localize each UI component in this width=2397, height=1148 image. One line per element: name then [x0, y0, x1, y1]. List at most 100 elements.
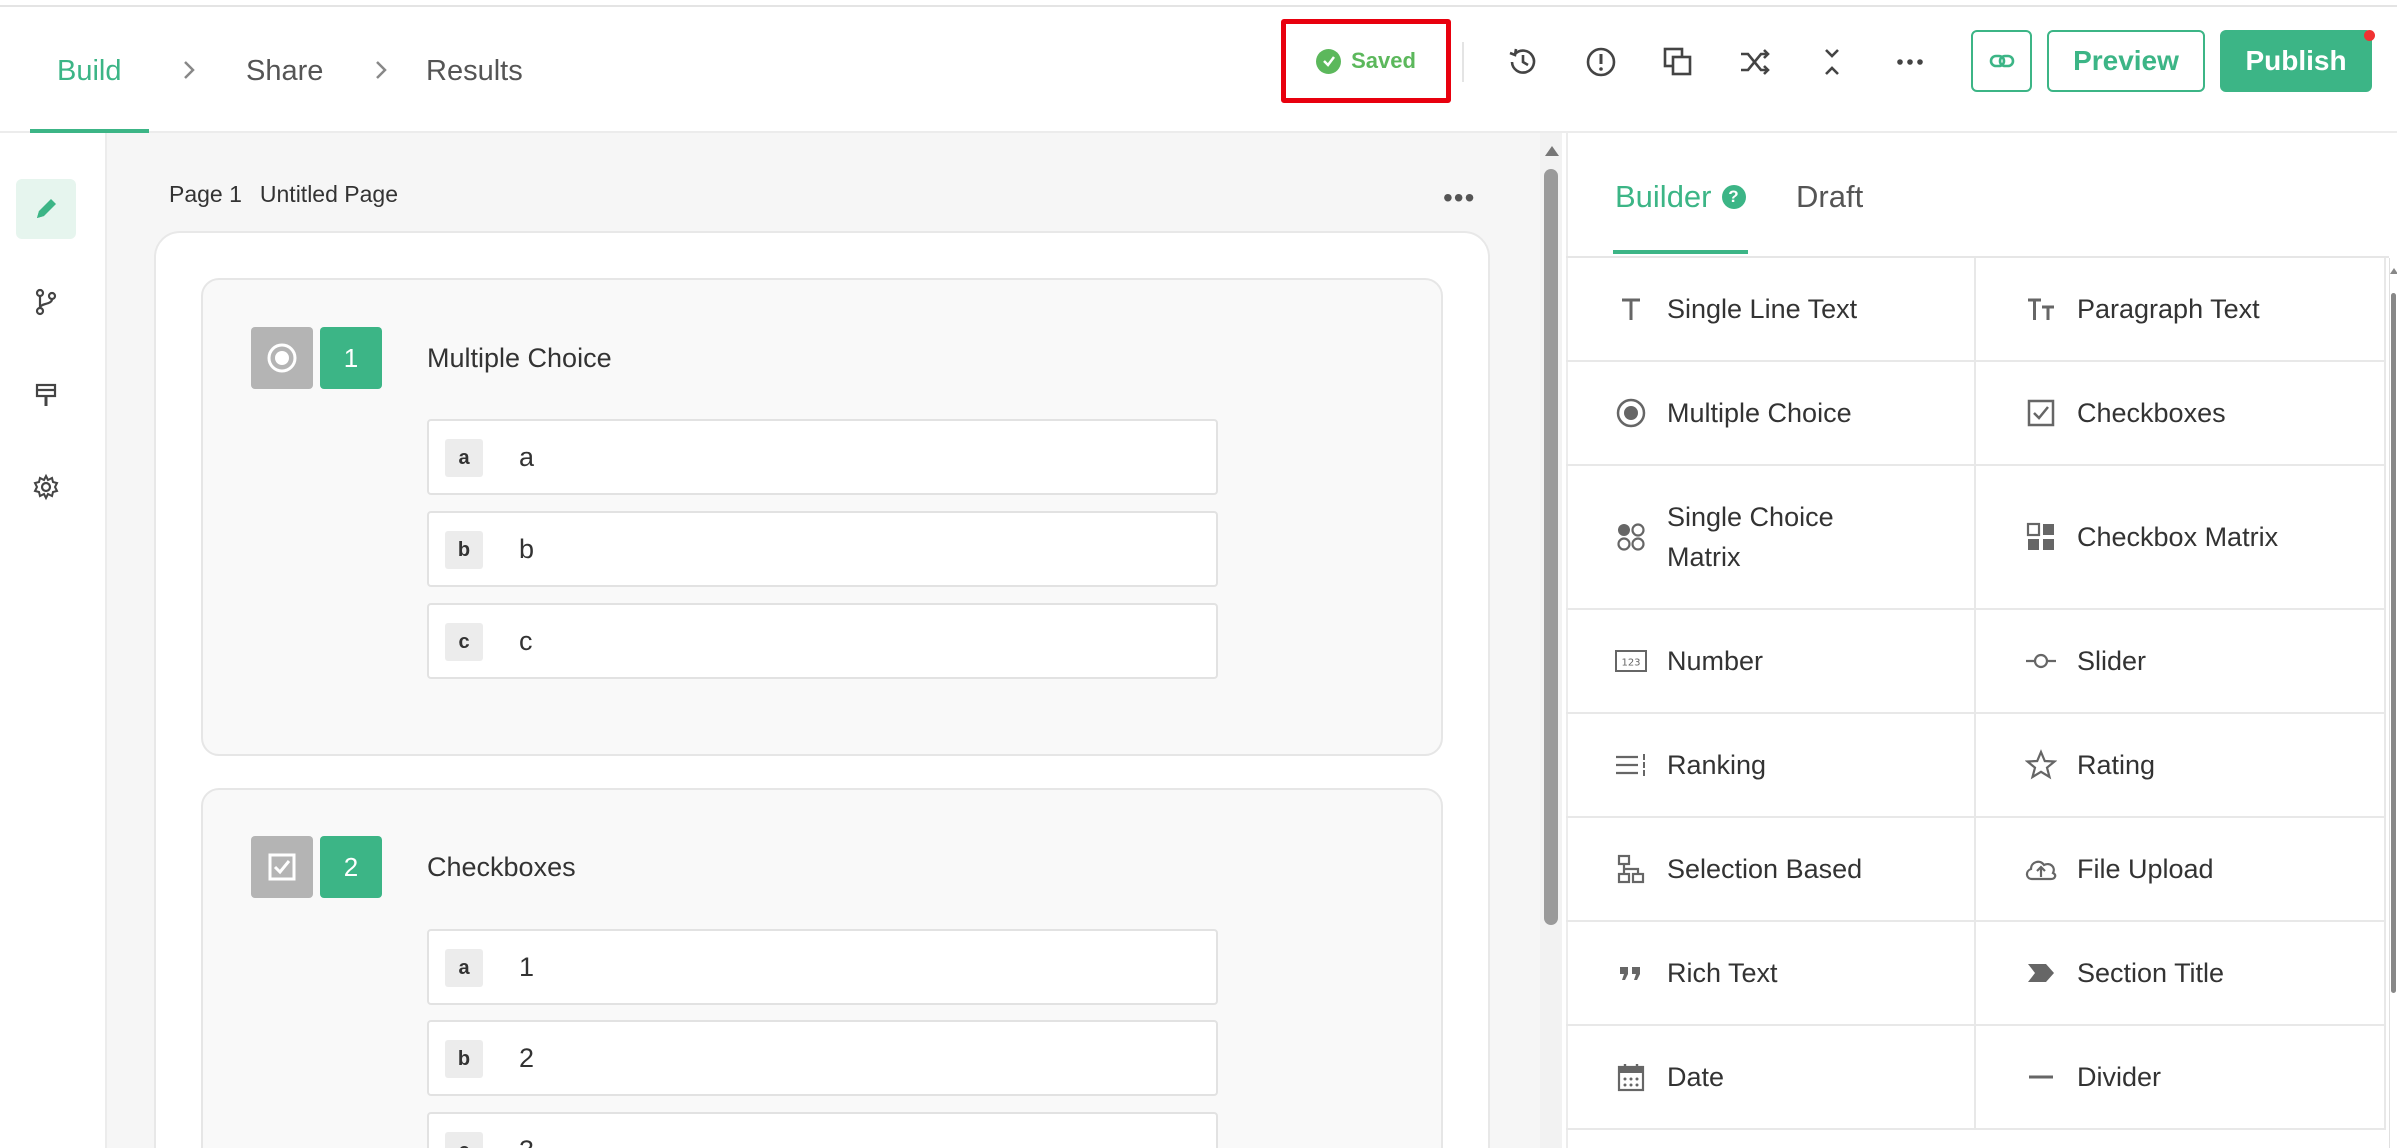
- option-value: b: [519, 534, 535, 564]
- field-label: Divider: [2077, 1062, 2162, 1092]
- left-rail: [0, 133, 107, 1148]
- option-row[interactable]: c 3: [427, 1112, 1218, 1148]
- tab-draft[interactable]: Draft: [1796, 179, 1863, 215]
- more-icon[interactable]: [1890, 42, 1930, 82]
- shuffle-icon[interactable]: [1735, 42, 1775, 82]
- field-label: Checkboxes: [2077, 398, 2226, 428]
- hierarchy-icon: [1613, 851, 1649, 887]
- option-row[interactable]: b 2: [427, 1020, 1218, 1096]
- copy-icon[interactable]: [1658, 42, 1698, 82]
- top-bar: Build Share Results: [0, 9, 2397, 133]
- slider-icon: [2023, 643, 2059, 679]
- option-row[interactable]: a 1: [427, 929, 1218, 1005]
- checkbox-matrix-icon: [2023, 519, 2059, 555]
- scroll-up-arrow-icon[interactable]: [1545, 146, 1559, 156]
- tab-build[interactable]: Build: [30, 9, 148, 133]
- field-multiple-choice[interactable]: Multiple Choice: [1566, 362, 1976, 466]
- option-value: 2: [519, 1043, 535, 1073]
- tab-build-label: Build: [57, 54, 122, 87]
- field-label: Slider: [2077, 646, 2147, 676]
- field-label: Multiple Choice: [1667, 398, 1852, 428]
- radio-icon: [251, 327, 313, 389]
- question-number: 1: [320, 327, 382, 389]
- field-rich-text[interactable]: Rich Text: [1566, 922, 1976, 1026]
- publish-button[interactable]: Publish: [2220, 30, 2372, 92]
- question-card[interactable]: 2 Checkboxes a 1 b 2 c 3: [201, 788, 1443, 1148]
- field-file-upload[interactable]: File Upload: [1976, 818, 2386, 922]
- option-value: c: [519, 626, 533, 656]
- field-checkbox-matrix[interactable]: Checkbox Matrix: [1976, 466, 2386, 610]
- option-key: b: [445, 1040, 483, 1078]
- tab-share-label: Share: [246, 54, 324, 87]
- panel-scrollbar[interactable]: [2389, 258, 2397, 1148]
- edit-tool[interactable]: [16, 179, 76, 239]
- field-label: Single Line Text: [1667, 294, 1858, 324]
- saved-status: Saved: [1281, 19, 1451, 103]
- branch-icon: [35, 288, 57, 316]
- active-tab-indicator: [1613, 250, 1748, 254]
- field-label: Single Choice Matrix: [1667, 502, 1834, 572]
- radio-icon: [1613, 395, 1649, 431]
- divider-icon: [2023, 1059, 2059, 1095]
- toolbar-divider: [1462, 42, 1464, 82]
- field-slider[interactable]: Slider: [1976, 610, 2386, 714]
- field-paragraph-text[interactable]: Paragraph Text: [1976, 258, 2386, 362]
- field-rating[interactable]: Rating: [1976, 714, 2386, 818]
- field-divider[interactable]: Divider: [1976, 1026, 2386, 1130]
- link-icon: [1989, 54, 2014, 68]
- star-icon: [2023, 747, 2059, 783]
- tab-results-label: Results: [426, 54, 523, 87]
- preview-button[interactable]: Preview: [2047, 30, 2205, 92]
- option-value: 1: [519, 952, 535, 982]
- page-more-button[interactable]: •••: [1443, 182, 1475, 214]
- window-top-edge: [0, 0, 2397, 7]
- number-icon: 123: [1613, 643, 1649, 679]
- option-row[interactable]: b b: [427, 511, 1218, 587]
- field-checkboxes[interactable]: Checkboxes: [1976, 362, 2386, 466]
- logic-tool[interactable]: [16, 272, 76, 332]
- question-title[interactable]: Checkboxes: [427, 852, 576, 883]
- chevron-right-icon: [376, 61, 387, 79]
- option-row[interactable]: a a: [427, 419, 1218, 495]
- question-number: 2: [320, 836, 382, 898]
- help-icon[interactable]: ?: [1721, 185, 1746, 209]
- alert-icon[interactable]: [1581, 42, 1621, 82]
- option-row[interactable]: c c: [427, 603, 1218, 679]
- field-label: File Upload: [2077, 854, 2214, 884]
- collapse-icon[interactable]: [1812, 42, 1852, 82]
- section-title-icon: [2023, 955, 2059, 991]
- field-ranking[interactable]: Ranking: [1566, 714, 1976, 818]
- tab-share[interactable]: Share: [246, 9, 323, 133]
- tab-results[interactable]: Results: [426, 9, 523, 133]
- question-title[interactable]: Multiple Choice: [427, 343, 612, 374]
- preview-label: Preview: [2073, 45, 2179, 76]
- history-icon[interactable]: [1503, 42, 1543, 82]
- canvas-scrollbar[interactable]: [1540, 133, 1562, 1148]
- paint-roller-icon: [35, 383, 57, 406]
- field-label: Rating: [2077, 750, 2156, 780]
- scroll-up-arrow-icon[interactable]: [2390, 268, 2397, 274]
- scrollbar-thumb[interactable]: [1544, 169, 1558, 925]
- copy-link-button[interactable]: [1971, 30, 2032, 92]
- scrollbar-thumb[interactable]: [2391, 293, 2396, 993]
- page-number: Page 1: [169, 181, 242, 207]
- settings-tool[interactable]: [16, 457, 76, 517]
- svg-text:123: 123: [1621, 658, 1640, 669]
- field-date[interactable]: Date: [1566, 1026, 1976, 1130]
- field-selection-based[interactable]: Selection Based: [1566, 818, 1976, 922]
- option-key: b: [445, 531, 483, 569]
- tab-builder[interactable]: Builder ?: [1615, 179, 1746, 215]
- tab-builder-label: Builder: [1615, 179, 1712, 214]
- field-single-choice-matrix[interactable]: Single Choice Matrix: [1566, 466, 1976, 610]
- option-value: 3: [519, 1135, 534, 1148]
- question-card[interactable]: 1 Multiple Choice a a b b c c: [201, 278, 1443, 756]
- field-single-line-text[interactable]: Single Line Text: [1566, 258, 1976, 362]
- choice-matrix-icon: [1613, 519, 1649, 555]
- field-number[interactable]: 123 Number: [1566, 610, 1976, 714]
- quote-icon: [1613, 955, 1649, 991]
- theme-tool[interactable]: [16, 365, 76, 425]
- field-label: Paragraph Text: [2077, 294, 2260, 324]
- page-header: Page 1 Untitled Page: [169, 181, 398, 208]
- page-name[interactable]: Untitled Page: [260, 181, 398, 207]
- field-section-title[interactable]: Section Title: [1976, 922, 2386, 1026]
